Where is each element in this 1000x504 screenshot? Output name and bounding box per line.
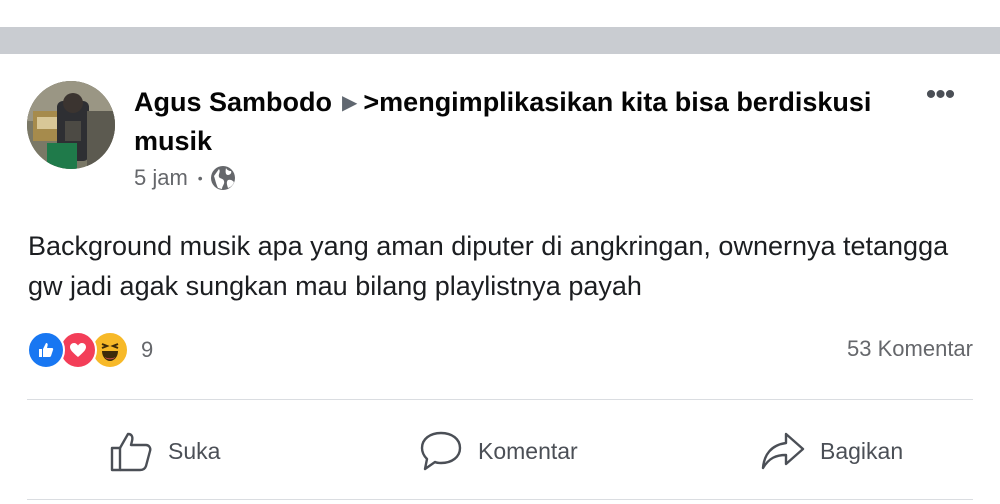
comment-icon <box>420 431 462 471</box>
globe-icon[interactable] <box>210 165 236 191</box>
reactions-summary[interactable]: 9 <box>27 331 154 369</box>
post-time[interactable]: 5 jam <box>134 165 188 191</box>
more-options-button[interactable]: ••• <box>918 80 962 112</box>
like-label: Suka <box>168 437 221 464</box>
comment-label: Komentar <box>478 437 578 464</box>
post-card: Agus Sambodo ▶ >mengimplikasikan kita bisa… <box>0 54 1000 504</box>
post-header: Agus Sambodo ▶ >mengimplikasikan kita bisa… <box>134 84 884 159</box>
action-bar: Suka Komentar Bagikan <box>0 416 1000 486</box>
divider <box>27 499 973 500</box>
comment-button[interactable]: Komentar <box>418 416 578 486</box>
like-button[interactable]: Suka <box>108 416 220 486</box>
meta-separator: • <box>197 170 203 186</box>
share-arrow-icon <box>761 432 805 470</box>
status-area <box>0 0 1000 27</box>
share-label: Bagikan <box>820 437 904 464</box>
avatar-photo <box>27 81 115 169</box>
divider <box>27 399 973 400</box>
post-meta: 5 jam • <box>134 164 236 192</box>
comment-count[interactable]: 53 Komentar <box>847 336 973 362</box>
avatar[interactable] <box>27 81 115 169</box>
reaction-count: 9 <box>141 337 154 362</box>
like-reaction-icon <box>27 331 65 369</box>
share-button[interactable]: Bagikan <box>760 416 903 486</box>
post-body: Background musik apa yang aman diputer d… <box>28 231 949 301</box>
arrow-icon: ▶ <box>342 92 358 114</box>
author-name[interactable]: Agus Sambodo <box>134 87 332 117</box>
thumbs-up-icon <box>110 432 152 472</box>
feed-separator <box>0 27 1000 54</box>
